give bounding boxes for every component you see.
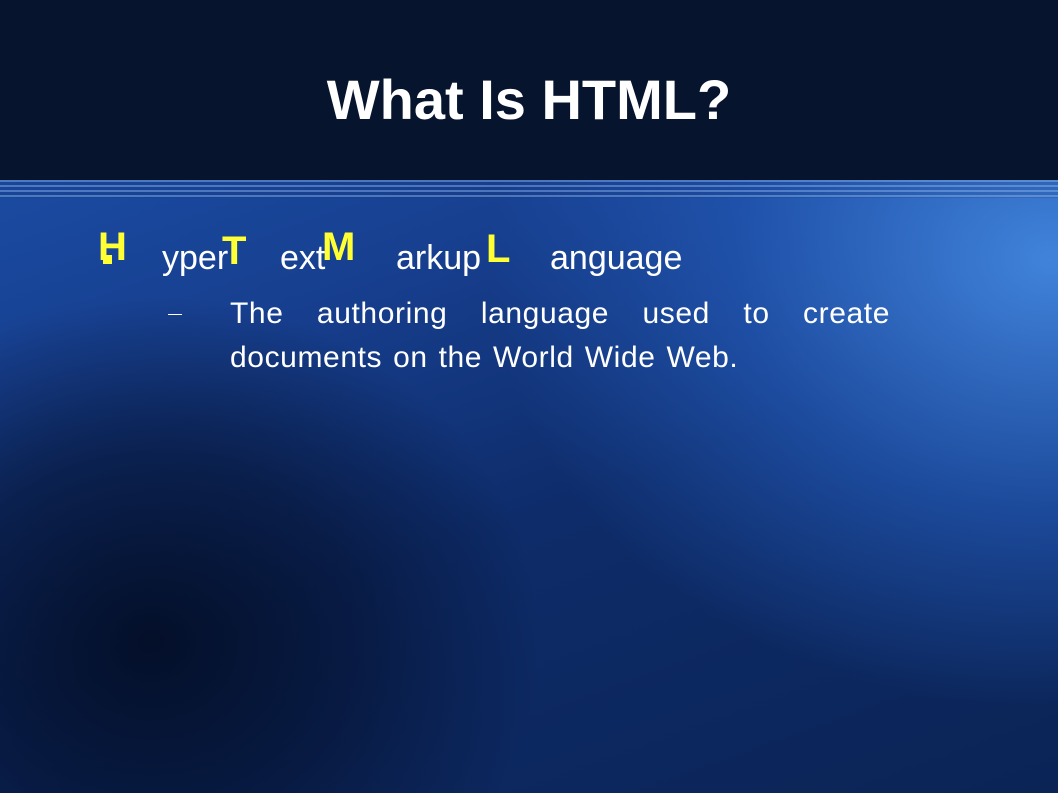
acronym-letter-t: T bbox=[222, 229, 247, 273]
acronym-word-markup: arkup bbox=[396, 239, 482, 277]
acronym-word-language: anguage bbox=[550, 239, 683, 277]
header-divider-lines bbox=[0, 180, 1058, 198]
acronym-letter-m: M bbox=[322, 225, 356, 269]
sub-bullet-text: The authoring language used to create do… bbox=[230, 297, 890, 374]
acronym-word-hyper: yper bbox=[162, 239, 229, 277]
acronym-bullet: H yper T ext M arkup L anguage bbox=[0, 222, 1058, 292]
acronym-letter-l: L bbox=[486, 227, 511, 271]
acronym-letter-h: H bbox=[98, 225, 127, 269]
slide-title: What Is HTML? bbox=[326, 68, 732, 131]
acronym-word-text: ext bbox=[280, 239, 326, 277]
slide: What Is HTML? H yper T ext M arkup L ang… bbox=[0, 0, 1058, 793]
sub-bullet-dash-icon bbox=[168, 314, 182, 315]
